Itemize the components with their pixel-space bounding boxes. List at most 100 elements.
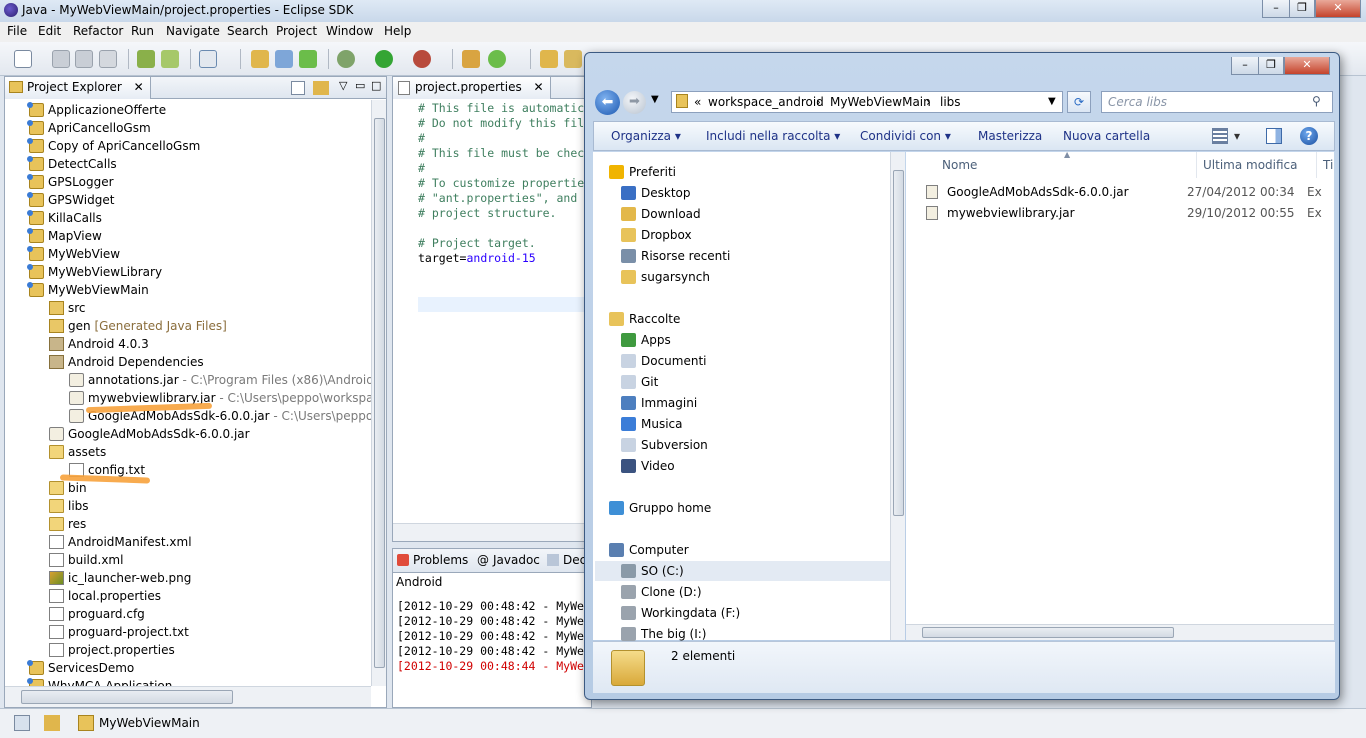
avd-manager-icon[interactable] (161, 50, 179, 68)
nav-pane-scroll-thumb[interactable] (893, 170, 904, 516)
column-name[interactable]: Nome (942, 152, 977, 178)
address-separator[interactable]: › (816, 95, 821, 109)
explorer-command-bar: Organizza ▾ Includi nella raccolta ▾ Con… (593, 121, 1335, 151)
explorer-minimize-button[interactable]: – (1231, 57, 1259, 75)
new-java-icon[interactable] (488, 50, 506, 68)
project-icon (27, 678, 44, 686)
project-icon (78, 715, 94, 731)
view-options-dropdown-icon[interactable]: ▾ (1234, 129, 1240, 143)
address-segment-workspace[interactable]: workspace_android (708, 95, 824, 109)
close-button[interactable]: ✕ (1315, 0, 1361, 18)
file-list-hscroll-thumb[interactable] (922, 627, 1174, 638)
tab-javadoc-label: Javadoc (493, 553, 540, 567)
trim-icon[interactable] (44, 715, 60, 731)
nav-item[interactable]: SO (C:) (595, 561, 891, 581)
open-type-icon[interactable] (251, 50, 269, 68)
recent-locations-icon[interactable]: ▼ (651, 94, 659, 105)
close-icon[interactable]: ✕ (534, 80, 544, 94)
tab-javadoc[interactable]: @ Javadoc (477, 553, 540, 567)
git-icon (621, 375, 636, 389)
minimize-view-icon[interactable]: ▭ (355, 79, 365, 92)
jar-icon (69, 391, 84, 405)
external-tools-icon[interactable] (413, 50, 431, 68)
nav-pane-scrollbar[interactable] (890, 152, 905, 640)
menu-file[interactable]: File (7, 24, 27, 38)
new-folder-button[interactable]: Nuova cartella (1063, 129, 1150, 143)
task-icon[interactable] (199, 50, 217, 68)
tree-item-label: GPSWidget (48, 193, 115, 207)
address-dropdown-icon[interactable]: ▼ (1048, 96, 1056, 107)
debug-icon[interactable] (337, 50, 355, 68)
search-input[interactable]: Cerca libs ⚲ (1101, 91, 1333, 113)
tab-declaration[interactable]: Dec (547, 553, 586, 567)
search-icon[interactable] (275, 50, 293, 68)
nav-item-label: Video (641, 459, 675, 473)
save-all-icon[interactable] (75, 50, 93, 68)
run-icon[interactable] (375, 50, 393, 68)
close-icon[interactable]: ✕ (134, 80, 144, 94)
status-project-name: MyWebViewMain (99, 716, 200, 730)
link-editor-icon[interactable] (313, 81, 329, 95)
open-project-icon[interactable] (540, 50, 558, 68)
code-area[interactable]: # This file is automatic # Do not modify … (418, 101, 584, 266)
maximize-view-icon[interactable]: □ (371, 79, 381, 92)
tree-item-label: proguard-project.txt (68, 625, 189, 639)
save-icon[interactable] (52, 50, 70, 68)
menu-refactor[interactable]: Refactor (73, 24, 123, 38)
search-icon[interactable]: ⚲ (1312, 94, 1321, 108)
tree-hscroll-thumb[interactable] (21, 690, 233, 704)
forward-arrow-icon[interactable]: ➡ (623, 91, 646, 114)
tab-project-explorer[interactable]: Project Explorer ✕ (5, 77, 151, 99)
menu-run[interactable]: Run (131, 24, 154, 38)
view-options-icon[interactable] (1212, 128, 1228, 144)
column-divider (1316, 152, 1317, 178)
explorer-maximize-button[interactable]: ❐ (1258, 57, 1284, 75)
tree-scroll-thumb[interactable] (374, 118, 385, 668)
print-icon[interactable] (99, 50, 117, 68)
project-icon (27, 138, 44, 153)
project-icon (27, 192, 44, 207)
address-segment-libs[interactable]: libs (940, 95, 961, 109)
menu-navigate[interactable]: Navigate (166, 24, 220, 38)
tree-horizontal-scrollbar[interactable] (5, 686, 371, 707)
new-icon[interactable] (14, 50, 32, 68)
menu-window[interactable]: Window (326, 24, 373, 38)
editor-horizontal-scrollbar[interactable] (393, 523, 591, 541)
explorer-close-button[interactable]: ✕ (1284, 57, 1330, 75)
column-type[interactable]: Ti (1323, 152, 1333, 178)
file-row[interactable]: mywebviewlibrary.jar 29/10/2012 00:55 Ex (926, 203, 1334, 223)
new-class-icon[interactable] (462, 50, 480, 68)
address-overflow[interactable]: « (694, 95, 701, 109)
include-in-library-button[interactable]: Includi nella raccolta ▾ (706, 129, 840, 143)
tree-item-label: ic_launcher-web.png (68, 571, 192, 585)
organize-button[interactable]: Organizza ▾ (611, 129, 681, 143)
refresh-icon[interactable]: ⟳ (1067, 91, 1091, 113)
file-row[interactable]: GoogleAdMobAdsSdk-6.0.0.jar 27/04/2012 00… (926, 182, 1334, 202)
tab-problems[interactable]: Problems (397, 553, 468, 567)
menu-search[interactable]: Search (227, 24, 268, 38)
pen-icon[interactable] (564, 50, 582, 68)
tab-project-properties[interactable]: project.properties ✕ (393, 77, 551, 99)
fast-view-icon[interactable] (14, 715, 30, 731)
address-bar[interactable]: « workspace_android › MyWebViewMain › li… (671, 91, 1063, 113)
back-arrow-icon[interactable]: ⬅ (595, 90, 620, 115)
address-segment-mywebviewmain[interactable]: MyWebViewMain (830, 95, 931, 109)
android-icon[interactable] (299, 50, 317, 68)
share-with-button[interactable]: Condividi con ▾ (860, 129, 951, 143)
file-icon (49, 643, 64, 657)
address-separator[interactable]: › (926, 95, 931, 109)
menu-edit[interactable]: Edit (38, 24, 61, 38)
menu-help[interactable]: Help (384, 24, 411, 38)
burn-button[interactable]: Masterizza (978, 129, 1042, 143)
minimize-button[interactable]: – (1262, 0, 1290, 18)
maximize-button[interactable]: ❐ (1289, 0, 1315, 18)
column-modified[interactable]: Ultima modifica (1203, 152, 1298, 178)
android-sdk-icon[interactable] (137, 50, 155, 68)
tree-vertical-scrollbar[interactable] (371, 100, 386, 686)
view-menu-icon[interactable]: ▽ (339, 79, 347, 92)
file-list-hscrollbar[interactable] (906, 624, 1334, 640)
preview-pane-icon[interactable] (1266, 128, 1282, 144)
collapse-all-icon[interactable] (291, 81, 305, 95)
help-icon[interactable]: ? (1300, 127, 1318, 145)
menu-project[interactable]: Project (276, 24, 317, 38)
